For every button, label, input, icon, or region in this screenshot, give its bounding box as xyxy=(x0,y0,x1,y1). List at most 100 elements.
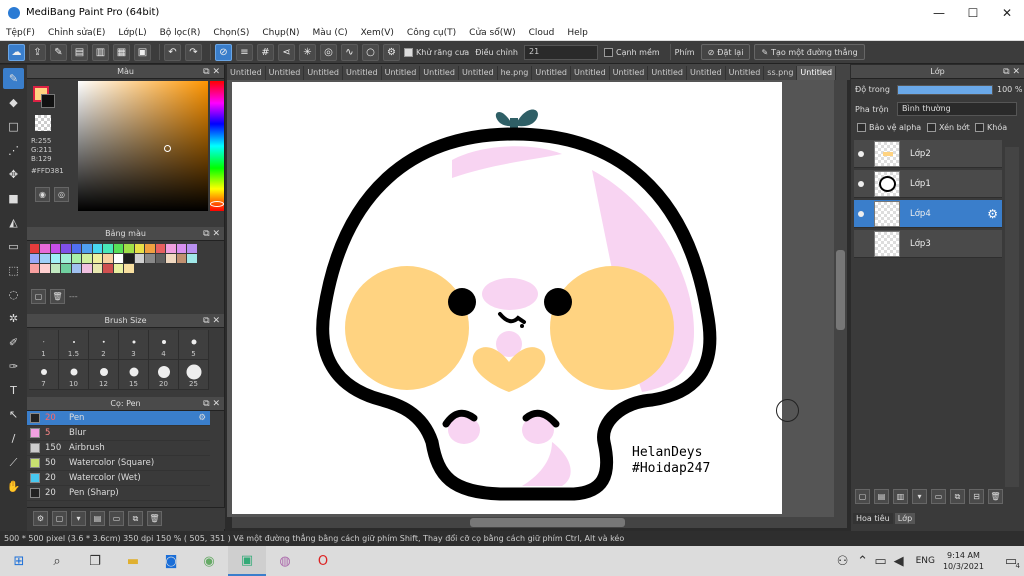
palette-swatch[interactable] xyxy=(113,253,123,263)
menu-tools[interactable]: Công cụ(T) xyxy=(407,28,456,38)
menu-window[interactable]: Cửa sổ(W) xyxy=(469,28,515,38)
saturation-value-box[interactable] xyxy=(78,81,208,211)
hue-marker[interactable] xyxy=(210,201,224,207)
brush-item[interactable]: 20 Pen (Sharp) xyxy=(27,486,210,501)
new-1bit-layer-icon[interactable]: ▥ xyxy=(893,489,908,504)
delete-palette-icon[interactable]: 🗑 xyxy=(50,289,65,304)
settings-snap-icon[interactable]: ⚙ xyxy=(383,43,400,61)
notification-icon[interactable]: ▭ 4 xyxy=(998,546,1024,576)
document-tab[interactable]: Untitled xyxy=(227,66,266,80)
no-snap-icon[interactable]: ⊘ xyxy=(215,43,232,61)
redo-icon[interactable]: ↷ xyxy=(185,43,202,61)
menu-file[interactable]: Tệp(F) xyxy=(6,28,35,38)
clipping-toggle[interactable]: Xén bớt xyxy=(927,123,970,132)
divide-tool-icon[interactable]: / xyxy=(3,428,24,449)
new-8bit-layer-icon[interactable]: ▤ xyxy=(874,489,889,504)
palette-swatch[interactable] xyxy=(92,263,102,273)
brush-size-cell[interactable]: 15 xyxy=(119,360,149,390)
menu-layer[interactable]: Lớp(L) xyxy=(118,28,146,38)
brush-item[interactable]: 20 Watercolor (Wet) xyxy=(27,471,210,486)
palette-swatch[interactable] xyxy=(145,253,155,263)
select-pen-icon[interactable]: ✐ xyxy=(3,332,24,353)
soft-edge-toggle[interactable]: Cạnh mềm xyxy=(603,47,660,57)
network-icon[interactable]: ▭ xyxy=(872,546,890,576)
dotline-tool-icon[interactable]: ⋰ xyxy=(3,140,24,161)
document-tab[interactable]: he.png xyxy=(498,66,533,80)
reset-button[interactable]: ⊘ Đặt lại xyxy=(700,44,751,60)
brush-size-cell[interactable]: 20 xyxy=(149,360,179,390)
medibang-icon[interactable]: ▣ xyxy=(228,546,266,576)
task-view-icon[interactable]: ❐ xyxy=(76,546,114,576)
operation-tool-icon[interactable]: ↖ xyxy=(3,404,24,425)
opacity-slider[interactable] xyxy=(897,85,993,95)
palette-swatch[interactable] xyxy=(40,263,50,273)
delete-layer-icon[interactable]: 🗑 xyxy=(988,489,1003,504)
soft-edge-checkbox[interactable] xyxy=(603,47,613,57)
menu-view[interactable]: Xem(V) xyxy=(361,28,394,38)
copy-brush-icon[interactable]: ▤ xyxy=(90,511,105,526)
palette-swatch[interactable] xyxy=(176,253,186,263)
layer-folder-icon[interactable]: ▭ xyxy=(931,489,946,504)
palette-swatch[interactable] xyxy=(61,243,71,253)
document-tab[interactable]: Untitled xyxy=(797,66,837,80)
document-tab[interactable]: Untitled xyxy=(726,66,765,80)
brush-size-cell[interactable]: 1.5 xyxy=(59,330,89,360)
menu-filter[interactable]: Bộ lọc(R) xyxy=(160,28,201,38)
panel-close-icon[interactable]: ⧉ ✕ xyxy=(203,397,220,411)
menu-select[interactable]: Chọn(S) xyxy=(213,28,249,38)
duplicate-icon[interactable]: ⧉ xyxy=(128,511,143,526)
palette-swatch[interactable] xyxy=(40,243,50,253)
comic-icon[interactable]: ▤ xyxy=(71,43,88,61)
tab-navigator[interactable]: Hoa tiêu xyxy=(853,513,893,524)
document-tab[interactable]: Untitled xyxy=(648,66,687,80)
paint-icon[interactable]: ◍ xyxy=(266,546,304,576)
horizontal-scroll-thumb[interactable] xyxy=(470,518,625,527)
circle-snap-icon[interactable]: ○ xyxy=(362,43,379,61)
palette-swatch[interactable] xyxy=(113,243,123,253)
palette-swatch[interactable] xyxy=(50,263,60,273)
new-palette-icon[interactable]: ▢ xyxy=(31,289,46,304)
menu-edit[interactable]: Chỉnh sửa(E) xyxy=(48,28,105,38)
add-layer-menu-icon[interactable]: ▾ xyxy=(912,489,927,504)
visibility-eye-icon[interactable] xyxy=(858,150,864,157)
lock-toggle[interactable]: Khóa xyxy=(975,123,1007,132)
palette-swatch[interactable] xyxy=(61,253,71,263)
menu-cloud[interactable]: Cloud xyxy=(529,28,555,38)
magic-wand-icon[interactable]: ✲ xyxy=(3,308,24,329)
text-tool-icon[interactable]: T xyxy=(3,380,24,401)
panel-close-icon[interactable]: ⧉ ✕ xyxy=(203,227,220,241)
background-color-swatch[interactable] xyxy=(41,94,55,108)
radial-snap-icon[interactable]: ✳ xyxy=(299,43,316,61)
palette-swatch[interactable] xyxy=(134,243,144,253)
brush-size-cell[interactable]: 25 xyxy=(179,360,209,390)
layer-row[interactable]: Lớp1 xyxy=(854,170,1002,198)
brush-size-cell[interactable]: 12 xyxy=(89,360,119,390)
minimize-button[interactable]: — xyxy=(922,6,956,20)
eyedropper-tool-icon[interactable]: ⟋ xyxy=(3,452,24,473)
document-tab[interactable]: Untitled xyxy=(266,66,305,80)
brush-size-cell[interactable]: 5 xyxy=(179,330,209,360)
palette-swatch[interactable] xyxy=(29,263,39,273)
color-history-icon[interactable]: ◎ xyxy=(54,187,69,202)
rect-tool-icon[interactable]: □ xyxy=(3,116,24,137)
brush-settings-icon[interactable]: ⚙ xyxy=(33,511,48,526)
panel-close-icon[interactable]: ⧉ ✕ xyxy=(203,65,220,79)
panel-close-icon[interactable]: ⧉ ✕ xyxy=(203,314,220,328)
brush-item[interactable]: 5 Blur xyxy=(27,426,210,441)
windows-start-icon[interactable]: ⊞ xyxy=(0,546,38,576)
add-brush-icon[interactable]: ▾ xyxy=(71,511,86,526)
menu-color[interactable]: Màu (C) xyxy=(313,28,348,38)
document-tab[interactable]: Untitled xyxy=(382,66,421,80)
delete-brush-icon[interactable]: 🗑 xyxy=(147,511,162,526)
tray-chevron-icon[interactable]: ⌃ xyxy=(854,546,872,576)
gear-icon[interactable]: ⚙ xyxy=(987,207,998,221)
palette-swatch[interactable] xyxy=(40,253,50,263)
palette-swatch[interactable] xyxy=(113,263,123,273)
layer-row-active[interactable]: Lớp4 ⚙ xyxy=(854,200,1002,228)
palette-swatch[interactable] xyxy=(166,253,176,263)
blend-select[interactable]: Bình thường xyxy=(897,102,1017,116)
brush-size-cell[interactable]: 2 xyxy=(89,330,119,360)
folder-icon[interactable]: ▭ xyxy=(109,511,124,526)
hand-tool-icon[interactable]: ✋ xyxy=(3,476,24,497)
transparent-color-swatch[interactable] xyxy=(35,115,51,131)
